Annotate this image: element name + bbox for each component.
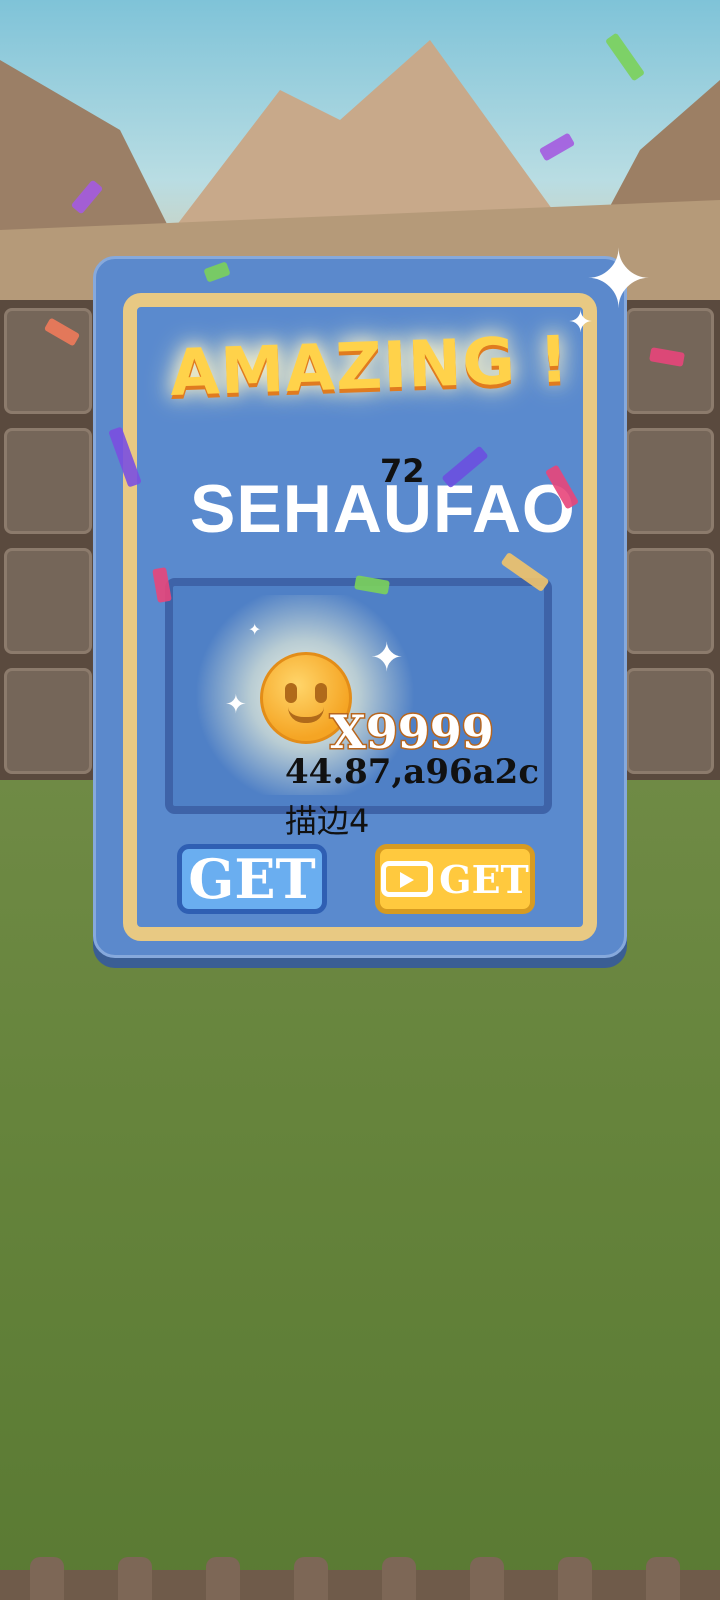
board-tile: [4, 428, 92, 534]
debug-text: 44.87,a96a2c: [285, 752, 540, 792]
player-name: SEHAUFAO: [190, 471, 576, 547]
video-icon: [381, 861, 434, 897]
coin-eye: [285, 683, 297, 703]
board-tile: [4, 548, 92, 654]
get-button[interactable]: GET: [177, 844, 327, 914]
dialog-title: AMAZING !: [168, 323, 571, 411]
fence: [0, 1570, 720, 1600]
fence-post: [294, 1557, 328, 1600]
coin-eye: [315, 683, 327, 703]
video-get-button[interactable]: GET: [375, 844, 535, 914]
board-tile: [626, 548, 714, 654]
fence-post: [118, 1557, 152, 1600]
sparkle-icon: ✦: [225, 690, 247, 720]
board-tile: [4, 668, 92, 774]
sparkle-icon: ✦: [585, 233, 653, 326]
fence-post: [470, 1557, 504, 1600]
fence-post: [30, 1557, 64, 1600]
board-tile: [626, 668, 714, 774]
sparkle-icon: ✦: [370, 635, 404, 681]
score-value: 72: [380, 452, 425, 490]
coin-smile: [288, 707, 324, 723]
fence-post: [206, 1557, 240, 1600]
debug-text-2: 描边4: [285, 802, 370, 840]
fence-post: [382, 1557, 416, 1600]
reward-quantity: X9999: [329, 704, 496, 761]
sparkle-icon: ✦: [568, 305, 594, 340]
sparkle-icon: ✦: [248, 620, 262, 639]
board-tile: [626, 428, 714, 534]
get-button-label: GET: [188, 847, 316, 911]
fence-post: [646, 1557, 680, 1600]
fence-post: [558, 1557, 592, 1600]
video-get-button-label: GET: [439, 856, 529, 902]
